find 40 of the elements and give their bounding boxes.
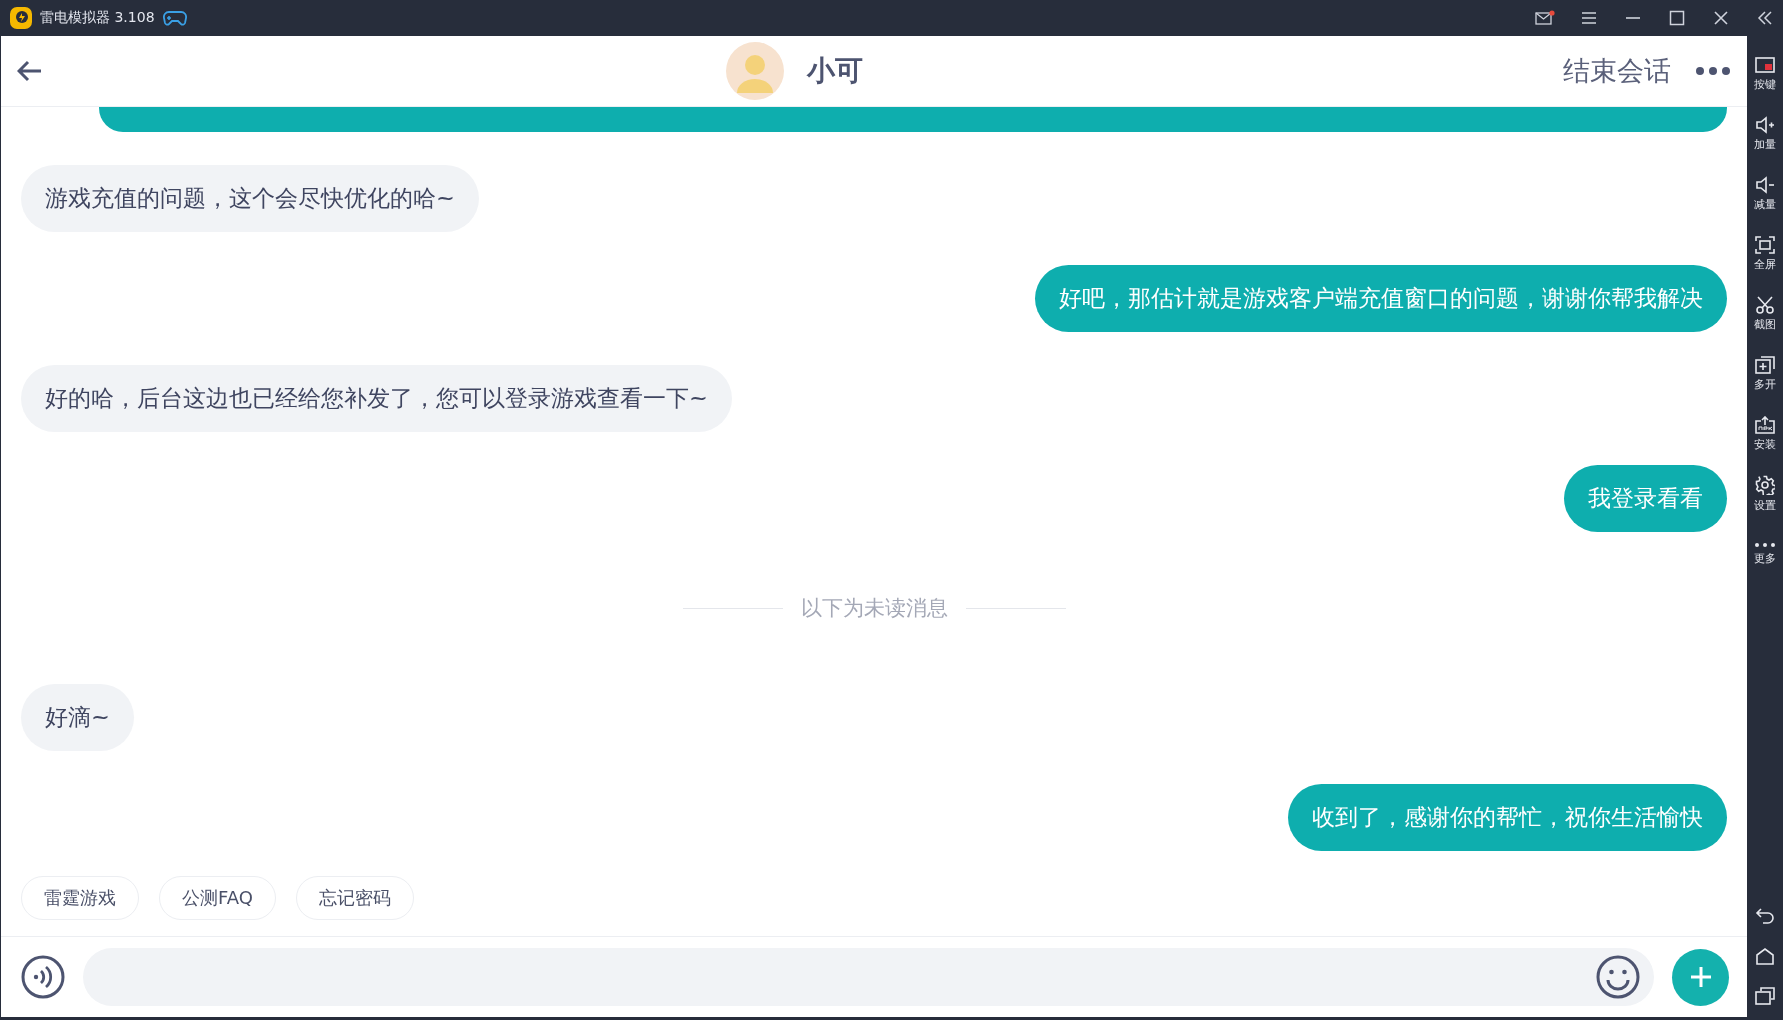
settings-icon [1755,475,1775,495]
plus-icon [1689,966,1712,988]
unread-divider: 以下为未读消息 [800,595,948,622]
apk-install-icon [1755,416,1775,434]
chat-bubble: 好吧，那估计就是游戏客户端充值窗口的问题，谢谢你帮我解决 [1035,265,1727,332]
sidebar-tool-button[interactable]: 多开 [1747,344,1783,404]
back-icon[interactable] [17,60,43,82]
sidebar-tool-button[interactable]: 按键 [1747,44,1783,104]
contact-name: 小可 [807,53,863,89]
sidebar-tool-button[interactable]: 安装 [1747,404,1783,464]
gamepad-icon[interactable] [162,10,187,26]
chat-bubble: 好的哈，后台这边也已经给您补发了，您可以登录游戏查看一下~ [21,365,732,432]
volume-down-icon [1755,176,1775,194]
chat-bubble: 收到了，感谢你的帮忙，祝你生活愉快 [1288,784,1727,851]
sidebar-tool-button[interactable]: 全屏 [1747,224,1783,284]
chat-bubble: 我登录看看 [1564,465,1727,532]
more-icon[interactable] [1695,66,1731,76]
sidebar-tool-button[interactable]: 截图 [1747,284,1783,344]
quick-reply-chip[interactable]: 公测FAQ [159,876,276,920]
sidebar-tool-button[interactable]: 加量 [1747,104,1783,164]
window-title: 雷电模拟器 3.108 [40,9,155,27]
chat-bubble: 游戏充值的问题，这个会尽快优化的哈~ [21,165,479,232]
sidebar-tool-button[interactable]: 减量 [1747,164,1783,224]
volume-up-icon [1755,116,1775,134]
voice-icon[interactable] [21,955,65,999]
avatar [725,41,785,101]
app-logo-icon [10,7,32,29]
add-button[interactable] [1672,948,1729,1006]
end-chat-button[interactable]: 结束会话 [1557,53,1677,89]
scissors-icon [1755,296,1775,314]
quick-reply-chip[interactable]: 雷霆游戏 [21,876,139,920]
keyboard-icon [1755,56,1775,74]
multi-window-icon [1755,356,1775,374]
quick-reply-chip[interactable]: 忘记密码 [295,876,414,920]
emoji-icon[interactable] [1596,955,1640,999]
more-icon [1754,542,1776,548]
fullscreen-icon [1755,236,1775,254]
sidebar-tool-button[interactable]: 更多 [1747,524,1783,584]
chat-bubble: 好滴~ [21,684,134,751]
sidebar-tool-button[interactable]: 设置 [1747,464,1783,524]
